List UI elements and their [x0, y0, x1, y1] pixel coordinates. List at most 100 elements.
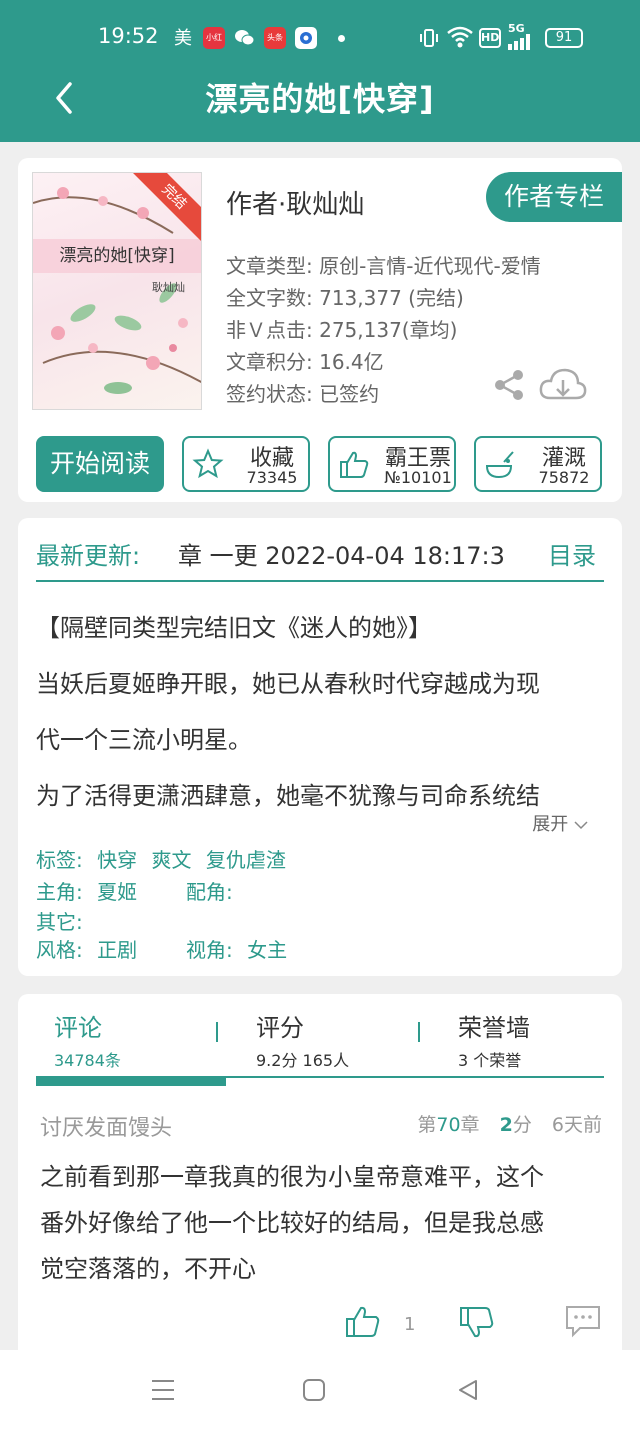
page-title: 漂亮的她[快穿]	[205, 80, 435, 118]
other-row: 其它:	[36, 906, 99, 935]
support-row: 配角:	[186, 876, 249, 905]
tags-label: 标签:	[36, 848, 83, 872]
lead-label: 主角:	[36, 880, 83, 904]
watering-icon	[485, 451, 514, 479]
tab-active-indicator	[36, 1076, 226, 1086]
vibrate-icon	[420, 29, 438, 47]
sign-status: 签约状态: 已签约	[226, 382, 380, 406]
favorite-button[interactable]: 收藏 73345	[182, 436, 310, 492]
water-button[interactable]: 灌溉 75872	[474, 436, 602, 492]
tab-ratings-sub: 9.2分 165人	[256, 1051, 350, 1070]
latest-update-label: 最新更新:	[36, 542, 141, 570]
book-type: 文章类型: 原创-言情-近代现代-爱情	[226, 254, 541, 278]
ticket-count: №10101	[384, 468, 452, 487]
chapter-number: 70	[436, 1114, 461, 1136]
lead-row: 主角: 夏姬	[36, 876, 145, 905]
book-cover[interactable]: 漂亮的她[快穿] 耿灿灿 完结	[32, 172, 202, 410]
description-line: 【隔壁同类型完结旧文《迷人的她》】	[36, 614, 432, 642]
tag[interactable]: 复仇虐渣	[206, 848, 286, 872]
ticket-button[interactable]: 霸王票 №10101	[328, 436, 456, 492]
start-reading-button[interactable]: 开始阅读	[36, 436, 164, 492]
score-suffix: 分	[512, 1114, 532, 1136]
water-count: 75872	[538, 468, 590, 487]
lead-value[interactable]: 夏姬	[97, 880, 137, 904]
notification-dot	[338, 35, 345, 42]
click-count: 非Ｖ点击: 275,137(章均)	[226, 318, 458, 342]
comment-username[interactable]: 讨厌发面馒头	[40, 1110, 172, 1142]
toutiao-icon: 头条	[264, 27, 286, 49]
reply-icon[interactable]	[564, 1304, 602, 1338]
view-value: 女主	[247, 938, 288, 962]
carrier-glyph: 美	[174, 28, 192, 49]
xiaohongshu-icon: 小红书	[203, 27, 225, 49]
view-label: 视角:	[186, 938, 233, 962]
tab-ratings[interactable]: 评分 9.2分 165人	[256, 1008, 349, 1071]
favorite-count: 73345	[246, 468, 298, 487]
chapter-suffix: 章	[460, 1114, 480, 1136]
comment-line: 番外好像给了他一个比较好的结局，但是我总感	[40, 1209, 544, 1237]
cover-author: 耿灿灿	[152, 281, 185, 294]
book-description-card: 最新更新: 章 一更 2022-04-04 18:17:3 目录 【隔壁同类型完…	[18, 518, 622, 976]
support-label: 配角:	[186, 880, 233, 904]
battery-indicator: 91	[545, 28, 583, 48]
other-label: 其它:	[36, 910, 83, 934]
wifi-icon	[447, 26, 473, 48]
app-header: 19:52 美 小红书 头条 HD 5G 91 漂亮的她[快穿]	[0, 0, 640, 142]
tag[interactable]: 爽文	[151, 848, 191, 872]
system-nav-bar	[0, 1350, 640, 1429]
author-name[interactable]: 作者·耿灿灿	[226, 184, 364, 221]
tab-honor-label: 荣誉墙	[458, 1014, 530, 1042]
comment-meta: 第70章 2分 6天前	[417, 1110, 602, 1137]
star-icon	[192, 448, 224, 479]
comments-card: 评论 34784条 评分 9.2分 165人 荣誉墙 3 个荣誉 讨厌发面馒头 …	[18, 994, 622, 1350]
book-score: 文章积分: 16.4亿	[226, 350, 384, 374]
description-line: 为了活得更潇洒肆意，她毫不犹豫与司命系统结	[36, 782, 540, 810]
view-row: 视角: 女主	[186, 934, 295, 963]
table-of-contents-link[interactable]: 目录	[548, 536, 596, 571]
like-icon[interactable]	[344, 1304, 382, 1340]
expand-label: 展开	[532, 814, 569, 835]
share-icon[interactable]	[492, 368, 526, 402]
like-count: 1	[404, 1314, 416, 1335]
status-bar: 19:52 美 小红书 头条 HD 5G 91	[0, 18, 640, 58]
book-info-card: 漂亮的她[快穿] 耿灿灿 完结 作者·耿灿灿 作者专栏 文章类型: 原创-言情-…	[18, 158, 622, 502]
tab-ratings-label: 评分	[256, 1014, 304, 1042]
tab-comments[interactable]: 评论 34784条	[54, 1008, 121, 1071]
hd-icon: HD	[479, 28, 501, 48]
chapter-prefix: 第	[417, 1114, 437, 1136]
thumbs-up-icon	[340, 451, 369, 478]
tags-row: 标签: 快穿 爽文 复仇虐渣	[36, 844, 294, 873]
wechat-icon	[234, 27, 256, 49]
round-app-icon	[295, 27, 317, 49]
style-row: 风格: 正剧	[36, 934, 145, 963]
style-label: 风格:	[36, 938, 83, 962]
description-line: 当妖后夏姬睁开眼，她已从春秋时代穿越成为现	[36, 670, 540, 698]
comment-score: 2	[499, 1114, 513, 1136]
comment-line: 之前看到那一章我真的很为小皇帝意难平，这个	[40, 1163, 544, 1191]
home-icon[interactable]	[302, 1378, 326, 1402]
tab-honor-wall[interactable]: 荣誉墙 3 个荣誉	[458, 1008, 530, 1071]
tab-comments-count: 34784条	[54, 1051, 121, 1070]
comment-line: 觉空落落的，不开心	[40, 1255, 256, 1283]
cover-title: 漂亮的她[快穿]	[33, 239, 201, 273]
dislike-icon[interactable]	[458, 1304, 496, 1340]
cloud-download-icon[interactable]	[538, 366, 588, 404]
tag[interactable]: 快穿	[97, 848, 137, 872]
divider	[36, 580, 604, 582]
tab-separator	[216, 1022, 218, 1042]
signal-icon	[508, 34, 530, 50]
tab-honor-sub: 3 个荣誉	[458, 1051, 522, 1070]
description-line: 代一个三流小明星。	[36, 726, 252, 754]
comment-time: 6天前	[551, 1114, 602, 1136]
author-column-button[interactable]: 作者专栏	[486, 172, 622, 222]
expand-button[interactable]: 展开	[532, 810, 588, 836]
word-count: 全文字数: 713,377 (完结)	[226, 286, 464, 310]
menu-icon[interactable]	[150, 1378, 176, 1402]
back-triangle-icon[interactable]	[456, 1378, 480, 1402]
tab-comments-label: 评论	[54, 1014, 102, 1042]
latest-update-text[interactable]: 章 一更 2022-04-04 18:17:3	[178, 536, 518, 571]
style-value: 正剧	[97, 938, 138, 962]
status-time: 19:52	[98, 24, 159, 48]
chevron-down-icon	[574, 821, 588, 830]
tab-separator	[418, 1022, 420, 1042]
